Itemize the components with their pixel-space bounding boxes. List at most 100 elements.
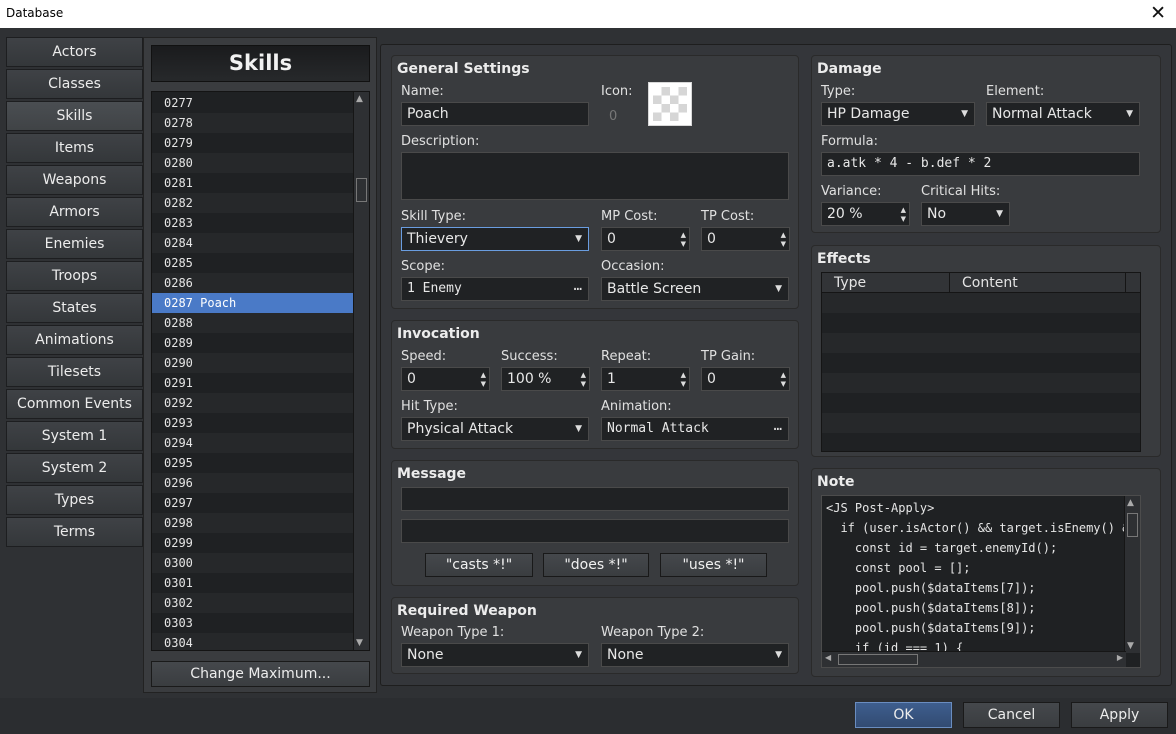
list-item[interactable]: 0300 (152, 553, 354, 573)
scroll-up-icon[interactable]: ▲ (1127, 498, 1134, 508)
list-item[interactable]: 0284 (152, 233, 354, 253)
table-row[interactable] (822, 333, 1140, 353)
nav-types[interactable]: Types (6, 485, 143, 515)
list-item[interactable]: 0301 (152, 573, 354, 593)
nav-items[interactable]: Items (6, 133, 143, 163)
list-item[interactable]: 0290 (152, 353, 354, 373)
variance-spinner[interactable]: 20 % ▲ ▼ (821, 202, 910, 226)
weapon-type-1-select[interactable]: None ▼ (401, 643, 589, 667)
list-item[interactable]: 0278 (152, 113, 354, 133)
table-row[interactable] (822, 353, 1140, 373)
nav-troops[interactable]: Troops (6, 261, 143, 291)
list-item[interactable]: 0280 (152, 153, 354, 173)
spin-up-icon[interactable]: ▲ (681, 371, 686, 379)
speed-spinner[interactable]: 0 ▲ ▼ (401, 367, 490, 391)
table-row[interactable] (822, 313, 1140, 333)
spin-up-icon[interactable]: ▲ (481, 371, 486, 379)
nav-states[interactable]: States (6, 293, 143, 323)
list-item[interactable]: 0289 (152, 333, 354, 353)
column-type[interactable]: Type (822, 273, 950, 293)
scroll-up-icon[interactable]: ▲ (356, 94, 363, 104)
spin-up-icon[interactable]: ▲ (781, 231, 786, 239)
list-item[interactable]: 0303 (152, 613, 354, 633)
list-item[interactable]: 0285 (152, 253, 354, 273)
list-scrollbar[interactable]: ▲ ▼ (353, 92, 369, 650)
table-row[interactable] (822, 393, 1140, 413)
nav-actors[interactable]: Actors (6, 37, 143, 67)
damage-type-select[interactable]: HP Damage ▼ (821, 102, 975, 126)
list-item[interactable]: 0286 (152, 273, 354, 293)
cancel-button[interactable]: Cancel (963, 702, 1060, 728)
icon-picker[interactable] (648, 82, 692, 126)
list-item[interactable]: 0282 (152, 193, 354, 213)
spin-down-icon[interactable]: ▼ (681, 380, 686, 388)
note-vscrollbar[interactable]: ▲ ▼ (1124, 496, 1140, 653)
list-item[interactable]: 0294 (152, 433, 354, 453)
hit-type-select[interactable]: Physical Attack ▼ (401, 417, 589, 441)
table-row[interactable] (822, 373, 1140, 393)
scroll-left-icon[interactable]: ◀ (825, 653, 831, 662)
scroll-down-icon[interactable]: ▼ (1127, 641, 1134, 651)
spin-down-icon[interactable]: ▼ (681, 240, 686, 248)
list-item[interactable]: 0293 (152, 413, 354, 433)
spin-down-icon[interactable]: ▼ (901, 215, 906, 223)
nav-weapons[interactable]: Weapons (6, 165, 143, 195)
nav-skills[interactable]: Skills (6, 101, 143, 131)
weapon-type-2-select[interactable]: None ▼ (601, 643, 789, 667)
description-field[interactable] (401, 152, 789, 200)
column-content[interactable]: Content (950, 273, 1126, 293)
spin-up-icon[interactable]: ▲ (781, 371, 786, 379)
nav-terms[interactable]: Terms (6, 517, 143, 547)
list-item[interactable]: 0299 (152, 533, 354, 553)
list-item[interactable]: 0304 (152, 633, 354, 650)
scroll-thumb[interactable] (356, 178, 367, 202)
list-item[interactable]: 0277 (152, 93, 354, 113)
list-item[interactable]: 0279 (152, 133, 354, 153)
message-line-2[interactable] (401, 519, 789, 543)
spin-down-icon[interactable]: ▼ (781, 380, 786, 388)
apply-button[interactable]: Apply (1071, 702, 1168, 728)
uses-button[interactable]: "uses *!" (660, 553, 767, 577)
tp-cost-spinner[interactable]: 0 ▲ ▼ (701, 227, 790, 251)
spin-up-icon[interactable]: ▲ (681, 231, 686, 239)
critical-hits-select[interactable]: No ▼ (921, 202, 1010, 226)
nav-enemies[interactable]: Enemies (6, 229, 143, 259)
spin-up-icon[interactable]: ▲ (581, 371, 586, 379)
repeat-spinner[interactable]: 1 ▲ ▼ (601, 367, 690, 391)
effects-table[interactable]: Type Content (821, 272, 1141, 452)
spin-down-icon[interactable]: ▼ (481, 380, 486, 388)
list-item[interactable]: 0288 (152, 313, 354, 333)
does-button[interactable]: "does *!" (543, 553, 649, 577)
nav-armors[interactable]: Armors (6, 197, 143, 227)
scroll-thumb[interactable] (1127, 513, 1138, 537)
note-hscrollbar[interactable]: ◀ ▶ (822, 651, 1126, 667)
ok-button[interactable]: OK (855, 702, 952, 728)
element-select[interactable]: Normal Attack ▼ (986, 102, 1140, 126)
change-maximum-button[interactable]: Change Maximum... (151, 661, 370, 687)
list-item[interactable]: 0302 (152, 593, 354, 613)
list-item[interactable]: 0287 Poach (152, 293, 354, 313)
spin-down-icon[interactable]: ▼ (581, 380, 586, 388)
list-item[interactable]: 0296 (152, 473, 354, 493)
close-icon[interactable]: ✕ (1150, 2, 1166, 24)
occasion-select[interactable]: Battle Screen ▼ (601, 277, 789, 301)
success-spinner[interactable]: 100 % ▲ ▼ (501, 367, 590, 391)
table-row[interactable] (822, 433, 1140, 453)
spin-up-icon[interactable]: ▲ (901, 206, 906, 214)
mp-cost-spinner[interactable]: 0 ▲ ▼ (601, 227, 690, 251)
scroll-right-icon[interactable]: ▶ (1117, 653, 1123, 662)
list-item[interactable]: 0291 (152, 373, 354, 393)
nav-system-1[interactable]: System 1 (6, 421, 143, 451)
nav-tilesets[interactable]: Tilesets (6, 357, 143, 387)
name-field[interactable]: Poach (401, 102, 589, 126)
animation-select[interactable]: Normal Attack… (601, 417, 789, 441)
skills-listbox[interactable]: 0304 0303 0302 0301 0300 0299 0298 0297 0296 0295… (151, 91, 370, 651)
table-row[interactable] (822, 413, 1140, 433)
table-row[interactable] (822, 293, 1140, 313)
formula-field[interactable]: a.atk * 4 - b.def * 2 (821, 152, 1140, 176)
casts-button[interactable]: "casts *!" (425, 553, 533, 577)
skill-type-select[interactable]: Thievery ▼ (401, 227, 589, 251)
scope-select[interactable]: 1 Enemy… (401, 277, 589, 301)
spin-down-icon[interactable]: ▼ (781, 240, 786, 248)
scroll-thumb[interactable] (838, 654, 918, 665)
